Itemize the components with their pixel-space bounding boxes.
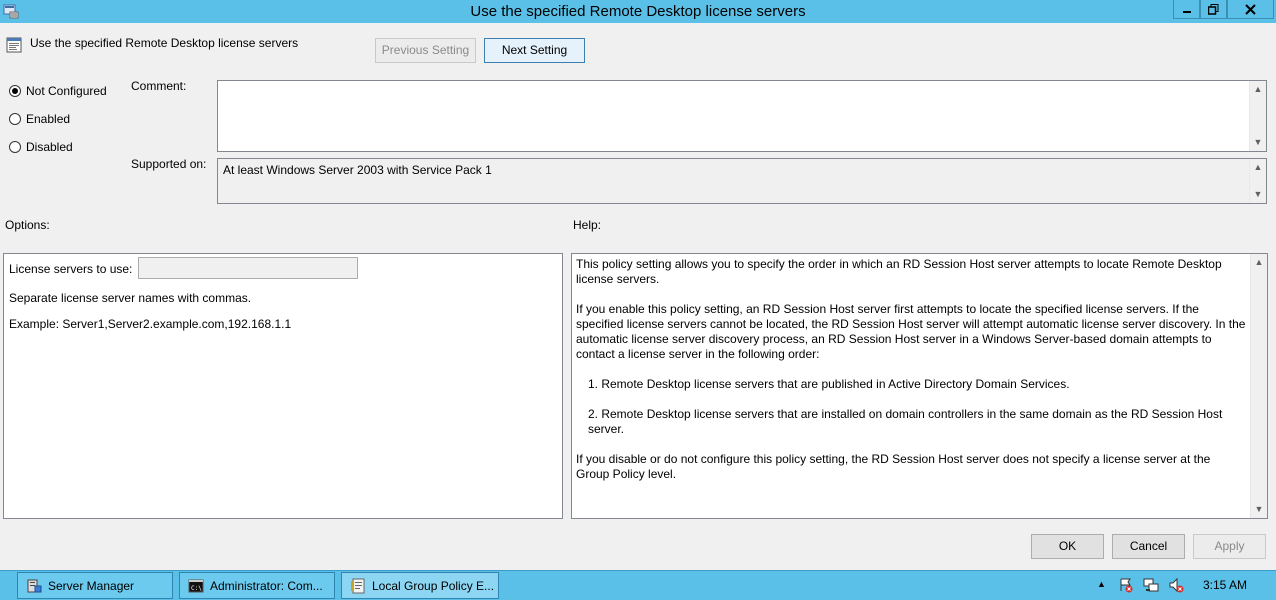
radio-enabled[interactable]: Enabled: [9, 112, 70, 126]
restore-icon: [1208, 3, 1219, 15]
supported-on-value: At least Windows Server 2003 with Servic…: [223, 163, 492, 177]
scroll-down-icon[interactable]: ▼: [1250, 186, 1266, 203]
action-center-icon[interactable]: [1118, 577, 1134, 593]
cancel-button[interactable]: Cancel: [1112, 534, 1185, 559]
taskbar-item-label: Local Group Policy E...: [372, 578, 495, 593]
command-prompt-icon: C:\: [188, 579, 204, 592]
taskbar-item-label: Server Manager: [48, 578, 135, 593]
scroll-down-icon[interactable]: ▼: [1251, 501, 1267, 518]
restore-button[interactable]: [1200, 0, 1227, 19]
ok-button[interactable]: OK: [1031, 534, 1104, 559]
setting-title: Use the specified Remote Desktop license…: [30, 36, 299, 50]
apply-button[interactable]: Apply: [1193, 534, 1266, 559]
scroll-up-icon[interactable]: ▲: [1250, 81, 1266, 98]
taskbar: Server Manager C:\ Administrator: Com...…: [0, 570, 1276, 600]
help-list-item: 2. Remote Desktop license servers that a…: [588, 407, 1223, 436]
show-hidden-icons-icon[interactable]: ▲: [1097, 579, 1106, 589]
radio-selected-dot: [9, 85, 21, 97]
help-text: This policy setting allows you to specif…: [576, 257, 1246, 497]
server-manager-icon: [27, 579, 42, 592]
close-button[interactable]: [1227, 0, 1274, 19]
minimize-button[interactable]: [1173, 0, 1200, 19]
volume-muted-icon[interactable]: [1168, 577, 1184, 593]
help-list-item: 1. Remote Desktop license servers that a…: [588, 377, 1070, 391]
radio-dot: [9, 113, 21, 125]
options-label: Options:: [5, 218, 50, 232]
taskbar-item-command-prompt[interactable]: C:\ Administrator: Com...: [179, 572, 335, 599]
previous-setting-button[interactable]: Previous Setting: [375, 38, 476, 63]
help-paragraph: If you enable this policy setting, an RD…: [576, 302, 1246, 361]
supported-on-box: At least Windows Server 2003 with Servic…: [217, 158, 1267, 204]
help-paragraph: If you disable or do not configure this …: [576, 452, 1211, 481]
options-panel: License servers to use: Separate license…: [3, 253, 563, 519]
license-servers-example: Example: Server1,Server2.example.com,192…: [9, 317, 292, 331]
radio-label: Enabled: [26, 112, 71, 126]
radio-not-configured[interactable]: Not Configured: [9, 84, 107, 98]
license-servers-input[interactable]: [138, 257, 358, 279]
radio-label: Disabled: [26, 140, 73, 154]
title-bar: Use the specified Remote Desktop license…: [0, 0, 1276, 23]
close-icon: [1245, 3, 1256, 15]
supported-scrollbar[interactable]: ▲ ▼: [1249, 159, 1266, 203]
system-clock[interactable]: 3:15 AM: [1203, 578, 1247, 592]
help-label: Help:: [573, 218, 602, 232]
scroll-up-icon[interactable]: ▲: [1250, 159, 1266, 176]
license-servers-note: Separate license server names with comma…: [9, 291, 252, 305]
group-policy-icon: [351, 578, 365, 593]
help-scrollbar[interactable]: ▲ ▼: [1250, 254, 1267, 518]
taskbar-item-label: Administrator: Com...: [210, 578, 323, 593]
window-title: Use the specified Remote Desktop license…: [470, 3, 806, 20]
next-setting-button[interactable]: Next Setting: [484, 38, 585, 63]
radio-dot: [9, 141, 21, 153]
minimize-icon: [1182, 11, 1191, 13]
taskbar-item-group-policy[interactable]: Local Group Policy E...: [341, 572, 499, 599]
comment-textarea[interactable]: ▲ ▼: [217, 80, 1267, 152]
scroll-up-icon[interactable]: ▲: [1251, 254, 1267, 271]
help-paragraph: This policy setting allows you to specif…: [576, 257, 1222, 286]
scroll-down-icon[interactable]: ▼: [1250, 134, 1266, 151]
radio-disabled[interactable]: Disabled: [9, 140, 73, 154]
network-icon[interactable]: [1143, 577, 1159, 593]
svg-text:C:\: C:\: [191, 585, 202, 592]
license-servers-label: License servers to use:: [9, 262, 133, 276]
comment-scrollbar[interactable]: ▲ ▼: [1249, 81, 1266, 151]
taskbar-item-server-manager[interactable]: Server Manager: [17, 572, 173, 599]
supported-on-label: Supported on:: [131, 157, 207, 171]
comment-label: Comment:: [131, 79, 187, 93]
policy-setting-icon: [6, 37, 22, 53]
help-panel: This policy setting allows you to specif…: [571, 253, 1268, 519]
radio-label: Not Configured: [26, 84, 107, 98]
